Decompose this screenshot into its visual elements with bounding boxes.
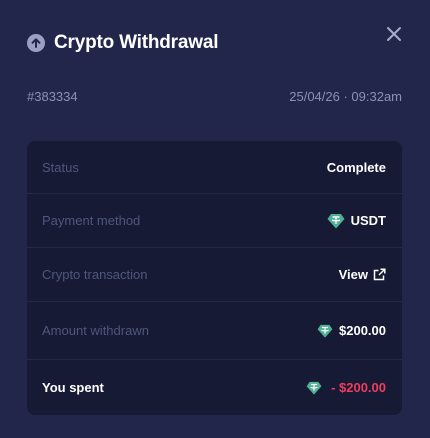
transaction-id: #383334: [27, 89, 78, 104]
transaction-datetime: 25/04/26 · 09:32am: [289, 89, 402, 104]
status-value: Complete: [326, 159, 386, 175]
arrow-up-circle-icon: [27, 34, 45, 52]
page-title: Crypto Withdrawal: [54, 32, 219, 53]
modal-header: Crypto Withdrawal: [27, 30, 406, 56]
usdt-icon: [327, 213, 345, 229]
amount-withdrawn-label: Amount withdrawn: [42, 323, 149, 338]
payment-method-row: Payment method USDT: [27, 194, 402, 248]
you-spent-text: - $200.00: [331, 380, 386, 395]
status-row: Status Complete: [27, 141, 402, 194]
details-card: Status Complete Payment method USDT Cryp…: [27, 141, 402, 415]
status-label: Status: [42, 159, 79, 175]
payment-method-value: USDT: [327, 213, 386, 229]
amount-withdrawn-value: $200.00: [317, 323, 386, 338]
you-spent-row: You spent - $200.00: [27, 360, 402, 415]
view-link-text: View: [338, 267, 368, 282]
crypto-transaction-row: Crypto transaction View: [27, 248, 402, 302]
crypto-transaction-label: Crypto transaction: [42, 267, 148, 282]
you-spent-value: - $200.00: [306, 380, 386, 395]
close-button[interactable]: [384, 24, 404, 44]
amount-withdrawn-text: $200.00: [339, 323, 386, 338]
payment-method-text: USDT: [350, 213, 386, 228]
you-spent-label: You spent: [42, 380, 104, 395]
amount-withdrawn-row: Amount withdrawn $200.00: [27, 302, 402, 360]
usdt-icon: [306, 381, 322, 395]
external-link-icon: [373, 268, 386, 281]
view-transaction-link[interactable]: View: [339, 267, 386, 282]
close-icon: [387, 27, 401, 41]
payment-method-label: Payment method: [42, 213, 141, 228]
usdt-icon: [317, 324, 333, 338]
transaction-meta: #383334 25/04/26 · 09:32am: [27, 89, 402, 104]
